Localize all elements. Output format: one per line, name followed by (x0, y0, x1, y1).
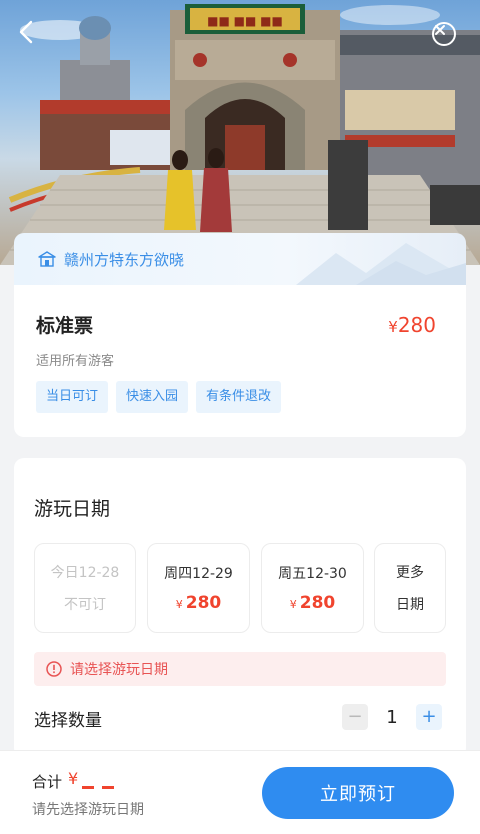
quantity-value: 1 (386, 706, 398, 728)
ticket-price-value: 280 (397, 313, 436, 337)
ticket-price: ¥280 (388, 313, 436, 337)
checkout-bar: 合计 ¥ 请先选择游玩日期 立即预订 (0, 750, 480, 834)
theme-park-gate-illustration: ■■ ■■ ■■ (0, 4, 480, 265)
tag-same-day-booking: 当日可订 (36, 381, 109, 413)
total-hint: 请先选择游玩日期 (32, 802, 144, 818)
date-warning-banner: 请选择游玩日期 (34, 652, 446, 686)
date-price-value: 280 (299, 593, 336, 613)
ticket-tags: 当日可订 快速入园 有条件退改 (36, 381, 444, 413)
chevron-left-icon (19, 20, 33, 44)
svg-text:■■ ■■ ■■: ■■ ■■ ■■ (207, 14, 283, 28)
scenic-spot-icon (38, 251, 56, 267)
scenic-spot-name: 赣州方特东方欲晓 (64, 250, 185, 269)
date-unavailable-text: 不可订 (64, 597, 106, 613)
more-dates-button[interactable]: 更多 日期 (374, 543, 446, 633)
warning-text: 请选择游玩日期 (70, 662, 168, 678)
quantity-label: 选择数量 (34, 711, 102, 731)
tag-fast-entry: 快速入园 (116, 381, 189, 413)
date-label: 周四12-29 (164, 566, 233, 582)
alert-icon (46, 661, 62, 677)
currency-symbol: ¥ (388, 318, 398, 336)
total-label: 合计 (32, 773, 63, 791)
booking-options-card: 游玩日期 今日12-28 不可订 周四12-29 ¥280 周五12-30 ¥2… (14, 458, 466, 758)
date-price: ¥280 (290, 593, 336, 613)
date-option-fri[interactable]: 周五12-30 ¥280 (261, 543, 364, 633)
date-label: 今日12-28 (50, 565, 120, 581)
increase-quantity-button[interactable]: + (416, 704, 442, 730)
date-option-thu[interactable]: 周四12-29 ¥280 (147, 543, 250, 633)
total-currency: ¥ (68, 769, 79, 788)
currency-symbol: ¥ (175, 598, 183, 611)
scenic-spot-bar[interactable]: 赣州方特东方欲晓 (14, 233, 466, 285)
date-price-value: 280 (185, 593, 222, 613)
date-price: ¥280 (176, 593, 222, 613)
ticket-card: 标准票 ¥280 适用所有游客 当日可订 快速入园 有条件退改 (14, 285, 466, 437)
book-now-button[interactable]: 立即预订 (262, 767, 454, 819)
decrease-quantity-button[interactable]: − (342, 704, 368, 730)
back-button[interactable] (18, 20, 48, 50)
date-option-today: 今日12-28 不可订 (34, 543, 136, 633)
date-section-title: 游玩日期 (34, 498, 111, 520)
total-placeholder-dash (102, 786, 114, 789)
more-dates-sub: 日期 (396, 597, 424, 613)
ticket-title: 标准票 (36, 315, 94, 337)
hero-photo: ■■ ■■ ■■ (0, 0, 480, 265)
date-label: 周五12-30 (278, 566, 347, 582)
ticket-description: 适用所有游客 (36, 354, 115, 369)
currency-symbol: ¥ (289, 598, 297, 611)
mountain-decoration (296, 243, 466, 285)
tag-conditional-refund: 有条件退改 (196, 381, 282, 413)
quantity-stepper: − 1 + (342, 704, 442, 730)
more-dates-label: 更多 (396, 565, 424, 581)
close-icon (435, 25, 445, 35)
total-placeholder-dash (82, 786, 94, 789)
close-button[interactable] (432, 22, 456, 46)
